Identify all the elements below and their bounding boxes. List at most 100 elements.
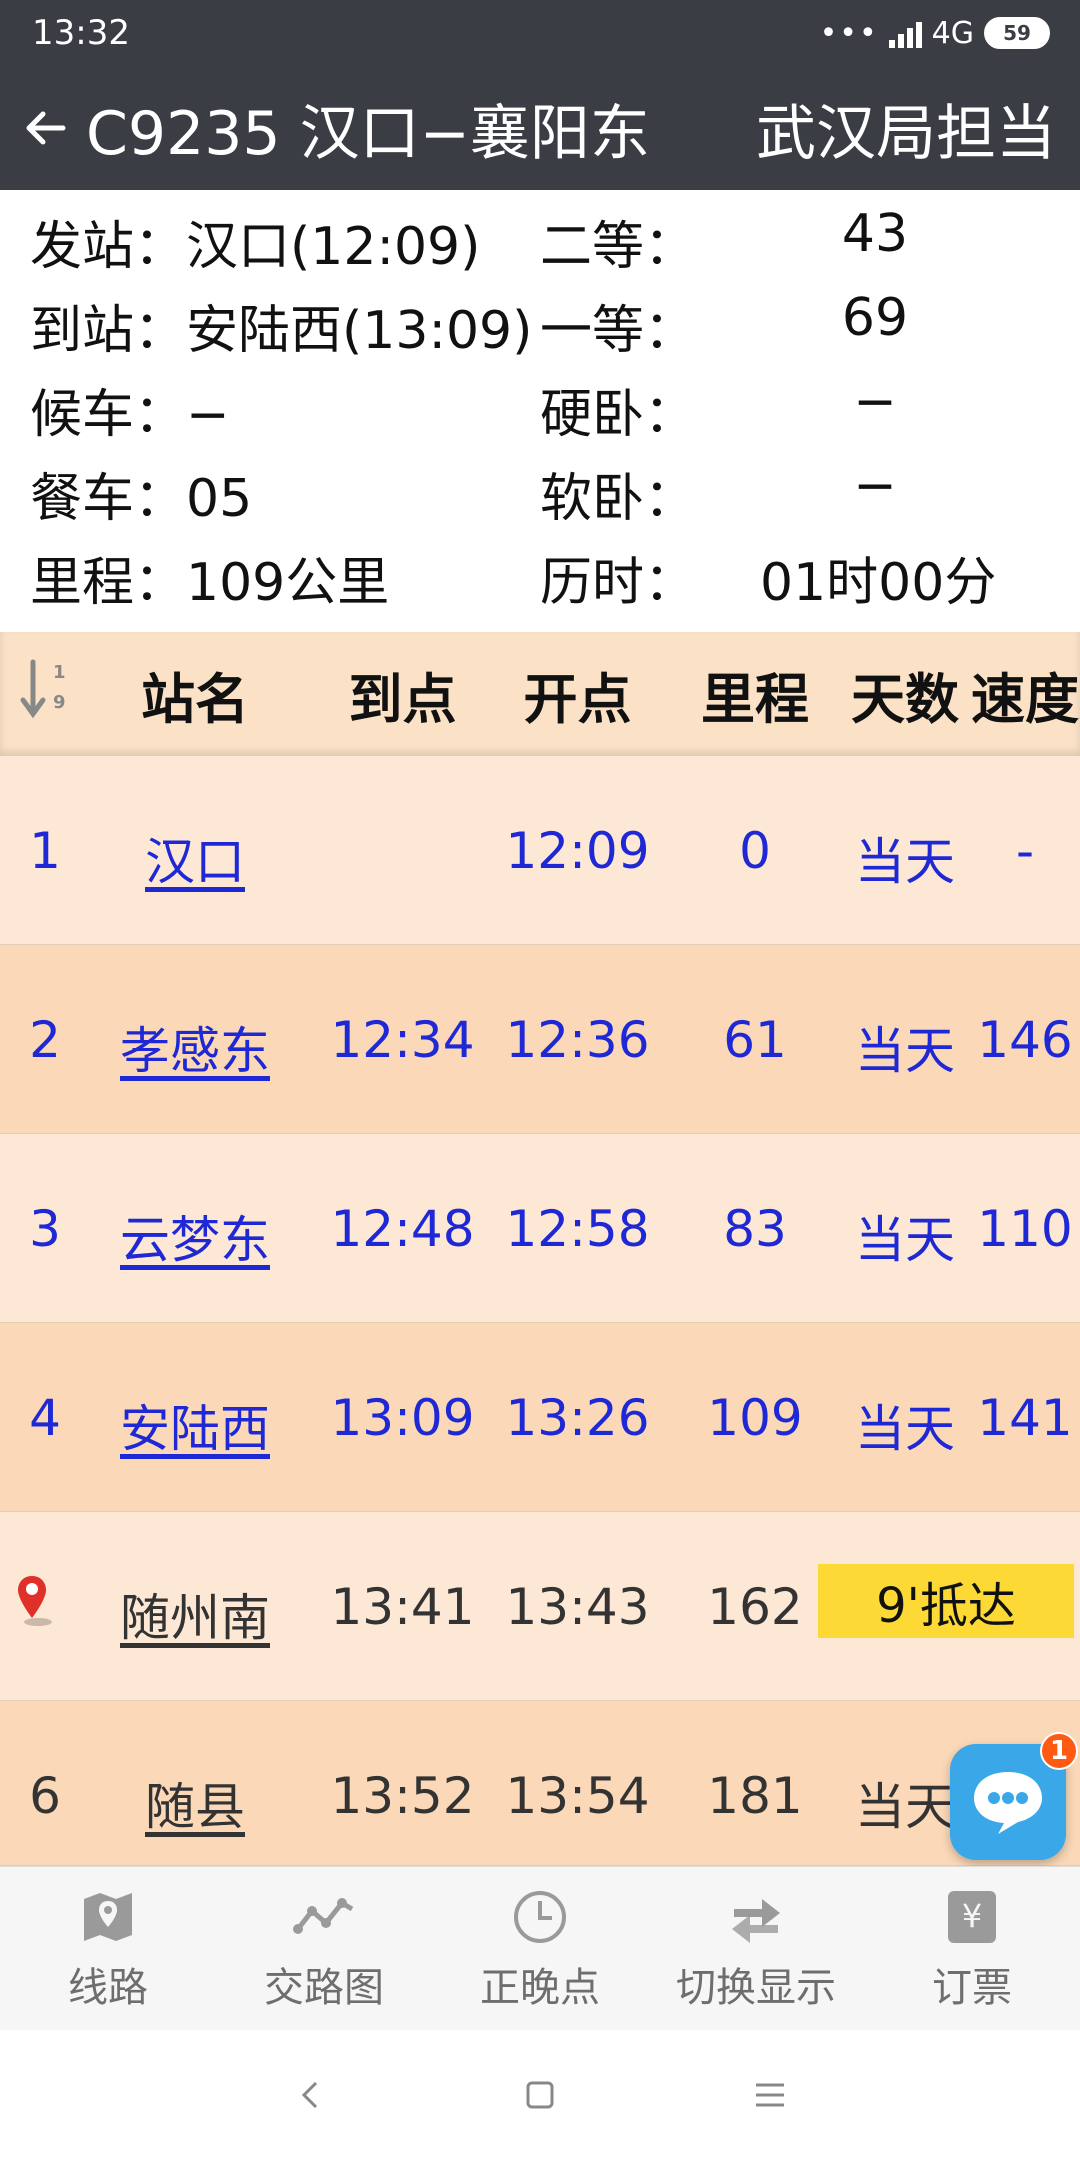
speed: 141 [977, 1389, 1073, 1447]
hard-sleeper-value: − [853, 372, 897, 432]
day: 当天 [855, 1211, 955, 1269]
distance-total: 里程：109公里 [30, 553, 390, 613]
depart-time: 12:36 [505, 1011, 650, 1069]
row-index: 2 [29, 1011, 61, 1069]
more-dots-icon: ••• [819, 15, 879, 51]
depart-time: 12:09 [505, 822, 650, 880]
info-row: 餐车：05 软卧： − [0, 456, 1080, 540]
nav-line[interactable]: 线路 [0, 1867, 216, 2030]
depart-time: 12:58 [505, 1200, 650, 1258]
header-day: 天数 [851, 667, 959, 731]
map-icon [84, 1892, 132, 1941]
distance: 0 [739, 822, 771, 880]
bureau-label: 武汉局担当 [756, 98, 1056, 169]
row-index: 6 [29, 1767, 61, 1825]
nav-switch-display-label: 切换显示 [676, 1964, 836, 2011]
speed: - [1015, 822, 1035, 880]
day: 当天 [855, 1400, 955, 1458]
dining-car: 餐车：05 [30, 469, 253, 529]
table-row[interactable]: 6 随县 13:52 13:54 181 当天 [0, 1701, 1080, 1866]
station-link[interactable]: 孝感东 [90, 1011, 300, 1083]
arrive-time: 13:41 [330, 1578, 475, 1636]
nav-line-label: 线路 [68, 1964, 148, 2011]
second-class-value: 43 [841, 204, 909, 264]
duration-label: 历时： [540, 553, 697, 613]
nav-ticket-label: 订票 [932, 1964, 1012, 2011]
info-row: 里程：109公里 历时： 01时00分 [0, 540, 1080, 624]
info-row: 发站：汉口(12:09) 二等： 43 [0, 204, 1080, 288]
waiting-room: 候车：− [30, 385, 230, 445]
sort-order-icon[interactable]: 1 9 [0, 656, 90, 733]
nav-punctuality-label: 正晚点 [480, 1964, 600, 2011]
system-nav-bar [0, 2030, 1080, 2160]
depart-time: 13:54 [505, 1767, 650, 1825]
table-row[interactable]: 3 云梦东 12:48 12:58 83 当天 110 [0, 1134, 1080, 1323]
chat-bubble-icon [974, 1772, 1042, 1834]
table-row[interactable]: 2 孝感东 12:34 12:36 61 当天 146 [0, 945, 1080, 1134]
nav-route-chart[interactable]: 交路图 [216, 1867, 432, 2030]
system-back-icon[interactable] [290, 2075, 330, 2115]
distance: 83 [723, 1200, 787, 1258]
app-bar: C9235 汉口−襄阳东 武汉局担当 [0, 66, 1080, 190]
table-row[interactable]: 4 安陆西 13:09 13:26 109 当天 141 [0, 1323, 1080, 1512]
svg-text:9: 9 [53, 692, 66, 713]
arrive-time: 12:34 [330, 1011, 475, 1069]
row-index: 1 [29, 822, 61, 880]
status-icons: ••• 4G 59 [820, 16, 1050, 51]
arrive-time: 13:52 [330, 1767, 475, 1825]
day: 当天 [855, 1022, 955, 1080]
status-bar: 13:32 ••• 4G 59 [0, 0, 1080, 66]
svg-text:¥: ¥ [962, 1897, 982, 1935]
station-link[interactable]: 安陆西 [90, 1389, 300, 1461]
row-index: 4 [29, 1389, 61, 1447]
info-row: 到站：安陆西(13:09) 一等： 69 [0, 288, 1080, 372]
speed: 146 [977, 1011, 1073, 1069]
depart-time: 13:43 [505, 1578, 650, 1636]
station-link[interactable]: 汉口 [90, 822, 300, 894]
train-info-panel: 发站：汉口(12:09) 二等： 43 到站：安陆西(13:09) 一等： 69… [0, 190, 1080, 630]
header-arrive: 到点 [348, 667, 457, 731]
battery-icon: 59 [984, 17, 1050, 49]
status-time: 13:32 [32, 13, 130, 53]
arrive-time: 13:09 [330, 1389, 475, 1447]
station-link[interactable]: 随县 [90, 1767, 300, 1839]
soft-sleeper-label: 软卧： [540, 469, 697, 529]
back-arrow-icon[interactable] [10, 93, 80, 163]
station-link[interactable]: 随州南 [90, 1578, 300, 1650]
distance: 109 [707, 1389, 803, 1447]
bottom-nav: 线路 交路图 正晚点 切换显示 ¥ 订票 [0, 1866, 1080, 2030]
speed: 110 [977, 1200, 1073, 1258]
duration-value: 01时00分 [760, 553, 997, 613]
arrival-status-badge: 9'抵达 [818, 1564, 1074, 1638]
distance: 181 [707, 1767, 803, 1825]
first-class-value: 69 [841, 288, 909, 348]
second-class-label: 二等： [540, 217, 697, 277]
route-chart-icon [293, 1897, 354, 1934]
table-row[interactable]: 1 汉口 12:09 0 当天 - [0, 756, 1080, 945]
station-link[interactable]: 云梦东 [90, 1200, 300, 1272]
header-station: 站名 [141, 667, 249, 731]
nav-ticket[interactable]: ¥ 订票 [864, 1867, 1080, 2030]
system-home-icon[interactable] [520, 2075, 560, 2115]
header-distance: 里程 [701, 667, 809, 731]
nav-punctuality[interactable]: 正晚点 [432, 1867, 648, 2030]
first-class-label: 一等： [540, 301, 697, 361]
nav-route-chart-label: 交路图 [264, 1964, 384, 2011]
timetable-header: 1 9 站名 到点 开点 里程 天数 速度 [0, 632, 1080, 756]
depart-time: 13:26 [505, 1389, 650, 1447]
network-type: 4G [931, 15, 974, 51]
soft-sleeper-value: − [853, 456, 897, 516]
header-speed: 速度 [971, 667, 1079, 731]
distance: 61 [723, 1011, 787, 1069]
hard-sleeper-label: 硬卧： [540, 385, 697, 445]
location-pin-icon [14, 1572, 54, 1632]
nav-switch-display[interactable]: 切换显示 [648, 1867, 864, 2030]
row-index: 3 [29, 1200, 61, 1258]
table-row-current[interactable]: 随州南 13:41 13:43 162 9'抵达 [0, 1512, 1080, 1701]
system-menu-icon[interactable] [750, 2075, 790, 2115]
ticket-icon: ¥ [948, 1890, 996, 1943]
arrival-station: 到站：安陆西(13:09) [30, 301, 533, 361]
header-depart: 开点 [523, 667, 632, 731]
battery-level: 59 [1003, 21, 1031, 45]
swap-icon [732, 1898, 780, 1943]
